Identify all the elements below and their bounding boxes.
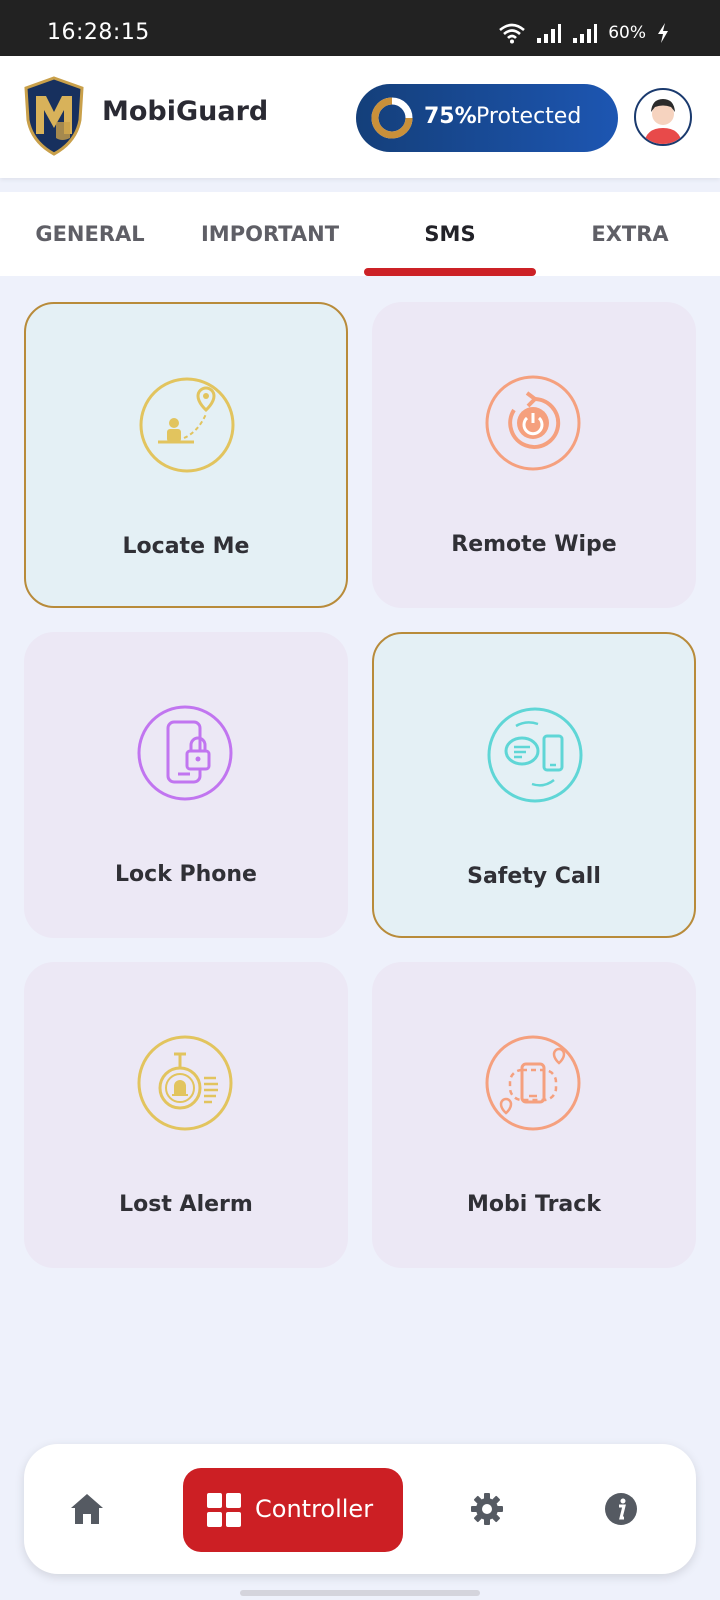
signal-icon-2 [573, 24, 598, 43]
nav-settings-button[interactable] [452, 1474, 522, 1544]
chat-phone-icon [487, 707, 583, 803]
signal-icon [537, 24, 562, 43]
card-label: Safety Call [467, 864, 601, 889]
status-icons: 60% [498, 20, 670, 46]
card-label: Lost Alerm [119, 1192, 253, 1217]
protection-percent: 75% [424, 104, 477, 129]
mobiguard-logo [24, 76, 84, 156]
controller-label: Controller [255, 1495, 374, 1523]
user-avatar[interactable] [634, 88, 692, 146]
card-safety-call[interactable]: Safety Call [372, 632, 696, 938]
gear-icon [471, 1493, 503, 1525]
card-label: Mobi Track [467, 1192, 601, 1217]
wifi-icon [499, 23, 526, 44]
protection-label: Protected [476, 104, 582, 129]
track-icon [485, 1035, 581, 1131]
card-label: Lock Phone [115, 862, 257, 887]
power-icon [485, 375, 581, 471]
info-icon [605, 1493, 637, 1525]
card-locate-me[interactable]: Locate Me [24, 302, 348, 608]
card-label: Locate Me [122, 534, 250, 559]
status-bar: 16:28:15 60% [0, 0, 720, 56]
active-tab-indicator [364, 268, 536, 276]
card-label: Remote Wipe [451, 532, 617, 557]
nav-info-button[interactable] [586, 1474, 656, 1544]
locate-icon [139, 377, 235, 473]
status-time: 16:28:15 [47, 20, 150, 45]
tab-important[interactable]: IMPORTANT [180, 192, 360, 276]
alarm-icon [137, 1035, 233, 1131]
tab-general[interactable]: GENERAL [0, 192, 180, 276]
card-lost-alerm[interactable]: Lost Alerm [24, 962, 348, 1268]
battery-percent: 60% [608, 23, 646, 43]
charging-icon [658, 23, 668, 43]
home-icon [71, 1494, 103, 1524]
app-header: MobiGuard 75% Protected [0, 56, 720, 178]
card-lock-phone[interactable]: Lock Phone [24, 632, 348, 938]
protection-ring-icon [371, 97, 413, 139]
app-title: MobiGuard [102, 96, 269, 127]
gesture-bar [240, 1590, 480, 1596]
card-remote-wipe[interactable]: Remote Wipe [372, 302, 696, 608]
bottom-navigation: Controller [24, 1444, 696, 1574]
avatar-icon [644, 99, 682, 144]
nav-home-button[interactable] [52, 1474, 122, 1544]
nav-controller-button[interactable]: Controller [183, 1468, 403, 1552]
tab-sms[interactable]: SMS [360, 192, 540, 276]
lock-phone-icon [137, 705, 233, 801]
card-mobi-track[interactable]: Mobi Track [372, 962, 696, 1268]
tab-extra[interactable]: EXTRA [540, 192, 720, 276]
tab-bar: GENERAL IMPORTANT SMS EXTRA [0, 192, 720, 276]
controller-icon [207, 1493, 241, 1527]
protection-status-button[interactable]: 75% Protected [356, 84, 618, 152]
